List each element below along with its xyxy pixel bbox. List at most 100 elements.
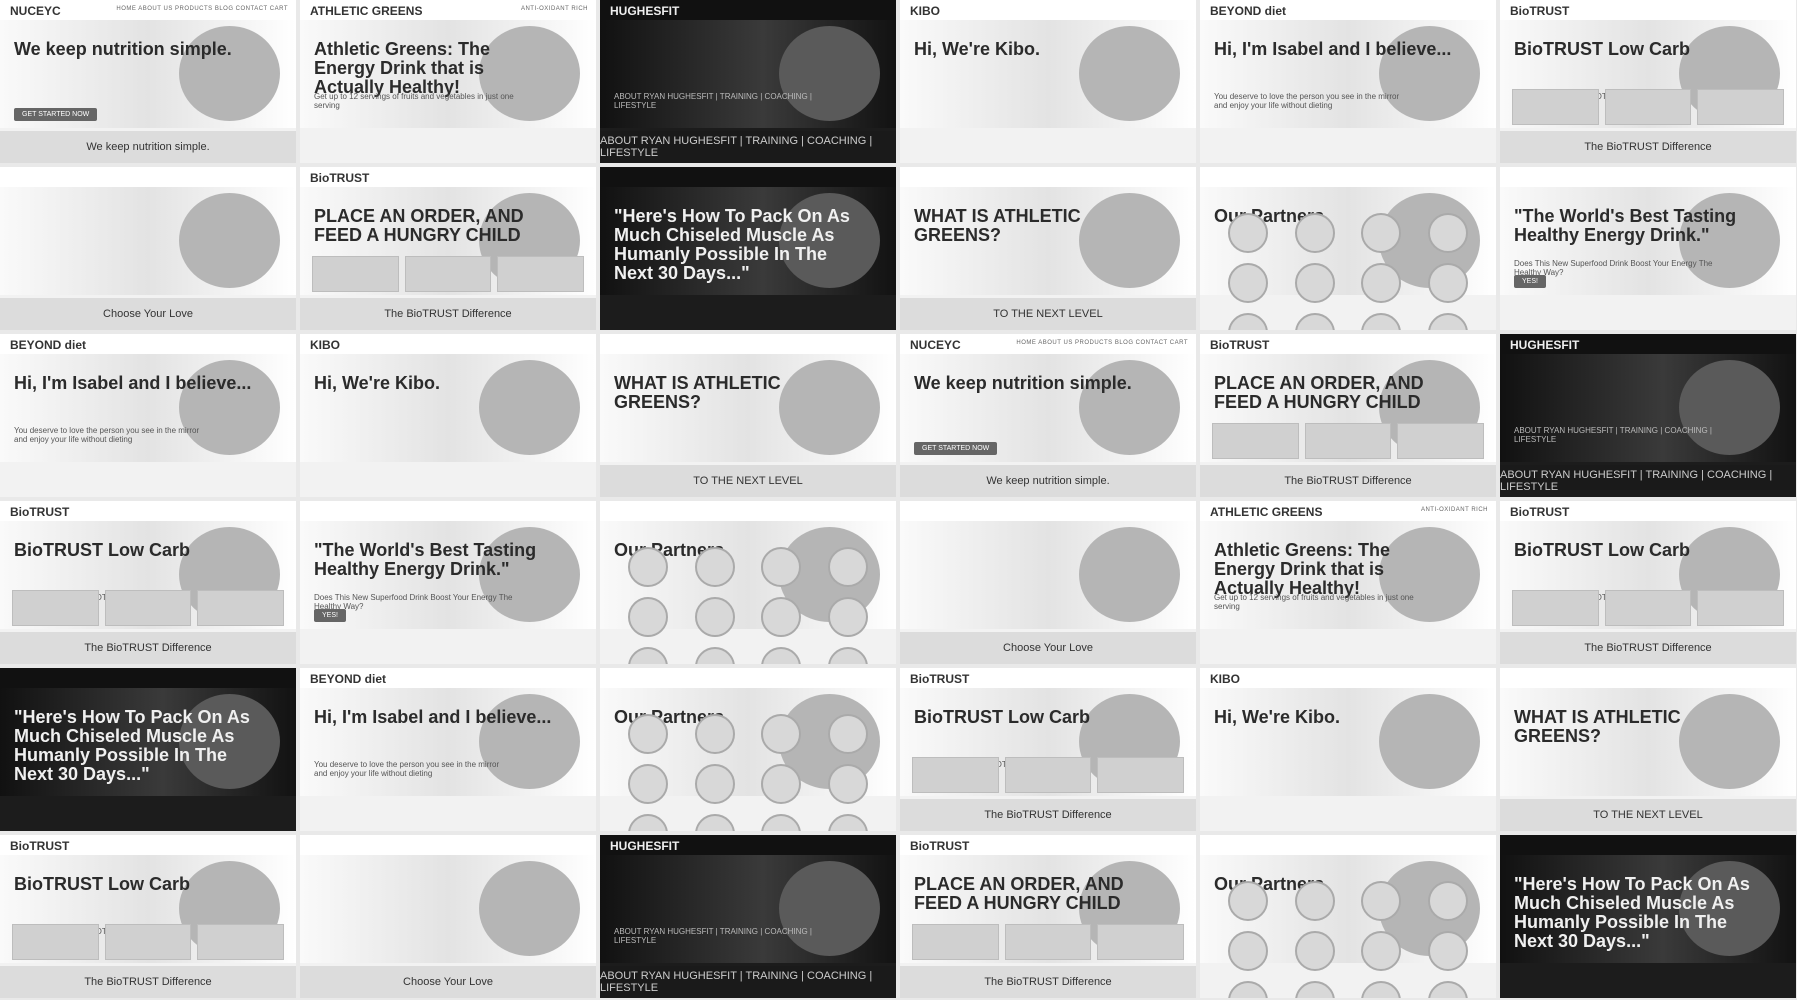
partner-logo[interactable] (1361, 263, 1402, 303)
website-thumbnail-nutrition-hero[interactable]: NUCEYC HOME ABOUT US PRODUCTS BLOG CONTAC… (900, 334, 1196, 497)
product-thumbnail[interactable] (1604, 590, 1692, 626)
website-thumbnail-choose-your-love[interactable]: Choose Your Love (0, 167, 296, 330)
website-thumbnail-biotrust-order[interactable]: BioTRUST PLACE AN ORDER, AND FEED A HUNGR… (900, 835, 1196, 998)
product-thumbnail[interactable] (1004, 924, 1092, 960)
partner-logo[interactable] (1427, 931, 1468, 971)
product-thumbnail[interactable] (912, 757, 999, 793)
partner-logo[interactable] (1427, 213, 1468, 253)
partner-logo[interactable] (694, 714, 735, 754)
website-thumbnail-kibo-hi[interactable]: KIBO Hi, We're Kibo. (300, 334, 596, 497)
website-thumbnail-biotrust-order[interactable]: BioTRUST PLACE AN ORDER, AND FEED A HUNGR… (1200, 334, 1496, 497)
website-thumbnail-hoodie-hero[interactable]: "Here's How To Pack On As Much Chiseled … (0, 668, 296, 831)
website-thumbnail-athletic-testimonials[interactable]: WHAT IS ATHLETIC GREENS? TO THE NEXT LEVE… (600, 334, 896, 497)
partner-logo[interactable] (1294, 881, 1335, 921)
product-thumbnail[interactable] (912, 924, 999, 960)
partner-logo[interactable] (628, 647, 669, 664)
partner-logo[interactable] (1228, 263, 1269, 303)
partner-logo[interactable] (1294, 981, 1335, 998)
product-thumbnail[interactable] (12, 590, 99, 626)
partner-logo[interactable] (827, 647, 868, 664)
product-thumbnail[interactable] (312, 256, 399, 292)
partner-logo[interactable] (628, 764, 669, 804)
partner-logo[interactable] (694, 764, 735, 804)
partner-logo[interactable] (694, 647, 735, 664)
hero-cta-button[interactable]: YES! (1514, 275, 1546, 288)
partner-logo[interactable] (1361, 931, 1402, 971)
product-thumbnail[interactable] (104, 924, 192, 960)
website-thumbnail-hughesfit-face[interactable]: HUGHESFIT ABOUT RYAN HUGHESFIT | TRAINING… (600, 835, 896, 998)
partner-logo[interactable] (1228, 931, 1269, 971)
product-thumbnail[interactable] (497, 256, 585, 292)
product-thumbnail[interactable] (1697, 89, 1785, 125)
website-thumbnail-partners[interactable]: Our Partners (1200, 167, 1496, 330)
website-thumbnail-biotrust-order[interactable]: BioTRUST PLACE AN ORDER, AND FEED A HUNGR… (300, 167, 596, 330)
partner-logo[interactable] (694, 814, 735, 831)
website-thumbnail-superfood[interactable]: "The World's Best Tasting Healthy Energy… (1500, 167, 1796, 330)
website-thumbnail-hoodie-hero[interactable]: "Here's How To Pack On As Much Chiseled … (1500, 835, 1796, 998)
hero-cta-button[interactable]: GET STARTED NOW (14, 108, 98, 121)
partner-logo[interactable] (1427, 881, 1468, 921)
product-thumbnail[interactable] (404, 256, 492, 292)
partner-logo[interactable] (1361, 981, 1402, 998)
product-thumbnail[interactable] (12, 924, 99, 960)
partner-logo[interactable] (1361, 213, 1402, 253)
website-thumbnail-kibo-hi[interactable]: KIBO Hi, We're Kibo. (900, 0, 1196, 163)
partner-logo[interactable] (628, 814, 669, 831)
website-thumbnail-partners[interactable]: Our Partners (1200, 835, 1496, 998)
partner-logo[interactable] (694, 597, 735, 637)
product-thumbnail[interactable] (197, 590, 285, 626)
website-thumbnail-biotrust-lowcarb[interactable]: BioTRUSTBioTRUST Low CarbLOW-CARB FOUR-P… (0, 501, 296, 664)
product-thumbnail[interactable] (1097, 757, 1185, 793)
partner-logo[interactable] (827, 764, 868, 804)
partner-logo[interactable] (1361, 881, 1402, 921)
website-thumbnail-beyond-diet[interactable]: BEYOND diet Hi, I'm Isabel and I believe.… (0, 334, 296, 497)
website-thumbnail-athletic-testimonials[interactable]: WHAT IS ATHLETIC GREENS? TO THE NEXT LEVE… (900, 167, 1196, 330)
website-thumbnail-athletic-greens[interactable]: ATHLETIC GREENS ANTI-OXIDANT RICH Athletic… (1200, 501, 1496, 664)
partner-logo[interactable] (761, 714, 802, 754)
website-thumbnail-hughesfit-face[interactable]: HUGHESFIT ABOUT RYAN HUGHESFIT | TRAINING… (1500, 334, 1796, 497)
website-thumbnail-biotrust-lowcarb[interactable]: BioTRUSTBioTRUST Low CarbLOW-CARB FOUR-P… (0, 835, 296, 998)
product-thumbnail[interactable] (1212, 423, 1299, 459)
partner-logo[interactable] (1228, 213, 1269, 253)
website-thumbnail-choose-your-love[interactable]: Choose Your Love (300, 835, 596, 998)
website-thumbnail-biotrust-lowcarb[interactable]: BioTRUSTBioTRUST Low CarbLOW-CARB FOUR-P… (1500, 0, 1796, 163)
website-thumbnail-choose-your-love[interactable]: Choose Your Love (900, 501, 1196, 664)
website-thumbnail-beyond-diet[interactable]: BEYOND diet Hi, I'm Isabel and I believe.… (300, 668, 596, 831)
website-thumbnail-beyond-diet[interactable]: BEYOND diet Hi, I'm Isabel and I believe.… (1200, 0, 1496, 163)
website-thumbnail-athletic-greens[interactable]: ATHLETIC GREENS ANTI-OXIDANT RICH Athletic… (300, 0, 596, 163)
partner-logo[interactable] (1294, 263, 1335, 303)
website-thumbnail-athletic-testimonials[interactable]: WHAT IS ATHLETIC GREENS? TO THE NEXT LEVE… (1500, 668, 1796, 831)
product-thumbnail[interactable] (1004, 757, 1092, 793)
partner-logo[interactable] (1294, 931, 1335, 971)
partner-logo[interactable] (628, 714, 669, 754)
product-thumbnail[interactable] (1512, 89, 1599, 125)
website-thumbnail-biotrust-lowcarb[interactable]: BioTRUSTBioTRUST Low CarbLOW-CARB FOUR-P… (900, 668, 1196, 831)
website-thumbnail-partners[interactable]: Our Partners (600, 668, 896, 831)
partner-logo[interactable] (761, 547, 802, 587)
partner-logo[interactable] (1294, 213, 1335, 253)
product-thumbnail[interactable] (1697, 590, 1785, 626)
partner-logo[interactable] (827, 547, 868, 587)
product-thumbnail[interactable] (104, 590, 192, 626)
partner-logo[interactable] (1427, 263, 1468, 303)
partner-logo[interactable] (761, 597, 802, 637)
website-thumbnail-nutrition-hero[interactable]: NUCEYC HOME ABOUT US PRODUCTS BLOG CONTAC… (0, 0, 296, 163)
partner-logo[interactable] (761, 764, 802, 804)
partner-logo[interactable] (761, 647, 802, 664)
hero-cta-button[interactable]: GET STARTED NOW (914, 442, 998, 455)
partner-logo[interactable] (1228, 981, 1269, 998)
product-thumbnail[interactable] (1097, 924, 1185, 960)
product-thumbnail[interactable] (1397, 423, 1485, 459)
partner-logo[interactable] (1361, 313, 1402, 330)
partner-logo[interactable] (761, 814, 802, 831)
partner-logo[interactable] (628, 547, 669, 587)
website-thumbnail-kibo-hi[interactable]: KIBO Hi, We're Kibo. (1200, 668, 1496, 831)
partner-logo[interactable] (1427, 981, 1468, 998)
partner-logo[interactable] (694, 547, 735, 587)
product-thumbnail[interactable] (197, 924, 285, 960)
partner-logo[interactable] (1427, 313, 1468, 330)
website-thumbnail-biotrust-lowcarb[interactable]: BioTRUSTBioTRUST Low CarbLOW-CARB FOUR-P… (1500, 501, 1796, 664)
website-thumbnail-partners[interactable]: Our Partners (600, 501, 896, 664)
website-thumbnail-hoodie-hero[interactable]: "Here's How To Pack On As Much Chiseled … (600, 167, 896, 330)
partner-logo[interactable] (827, 714, 868, 754)
